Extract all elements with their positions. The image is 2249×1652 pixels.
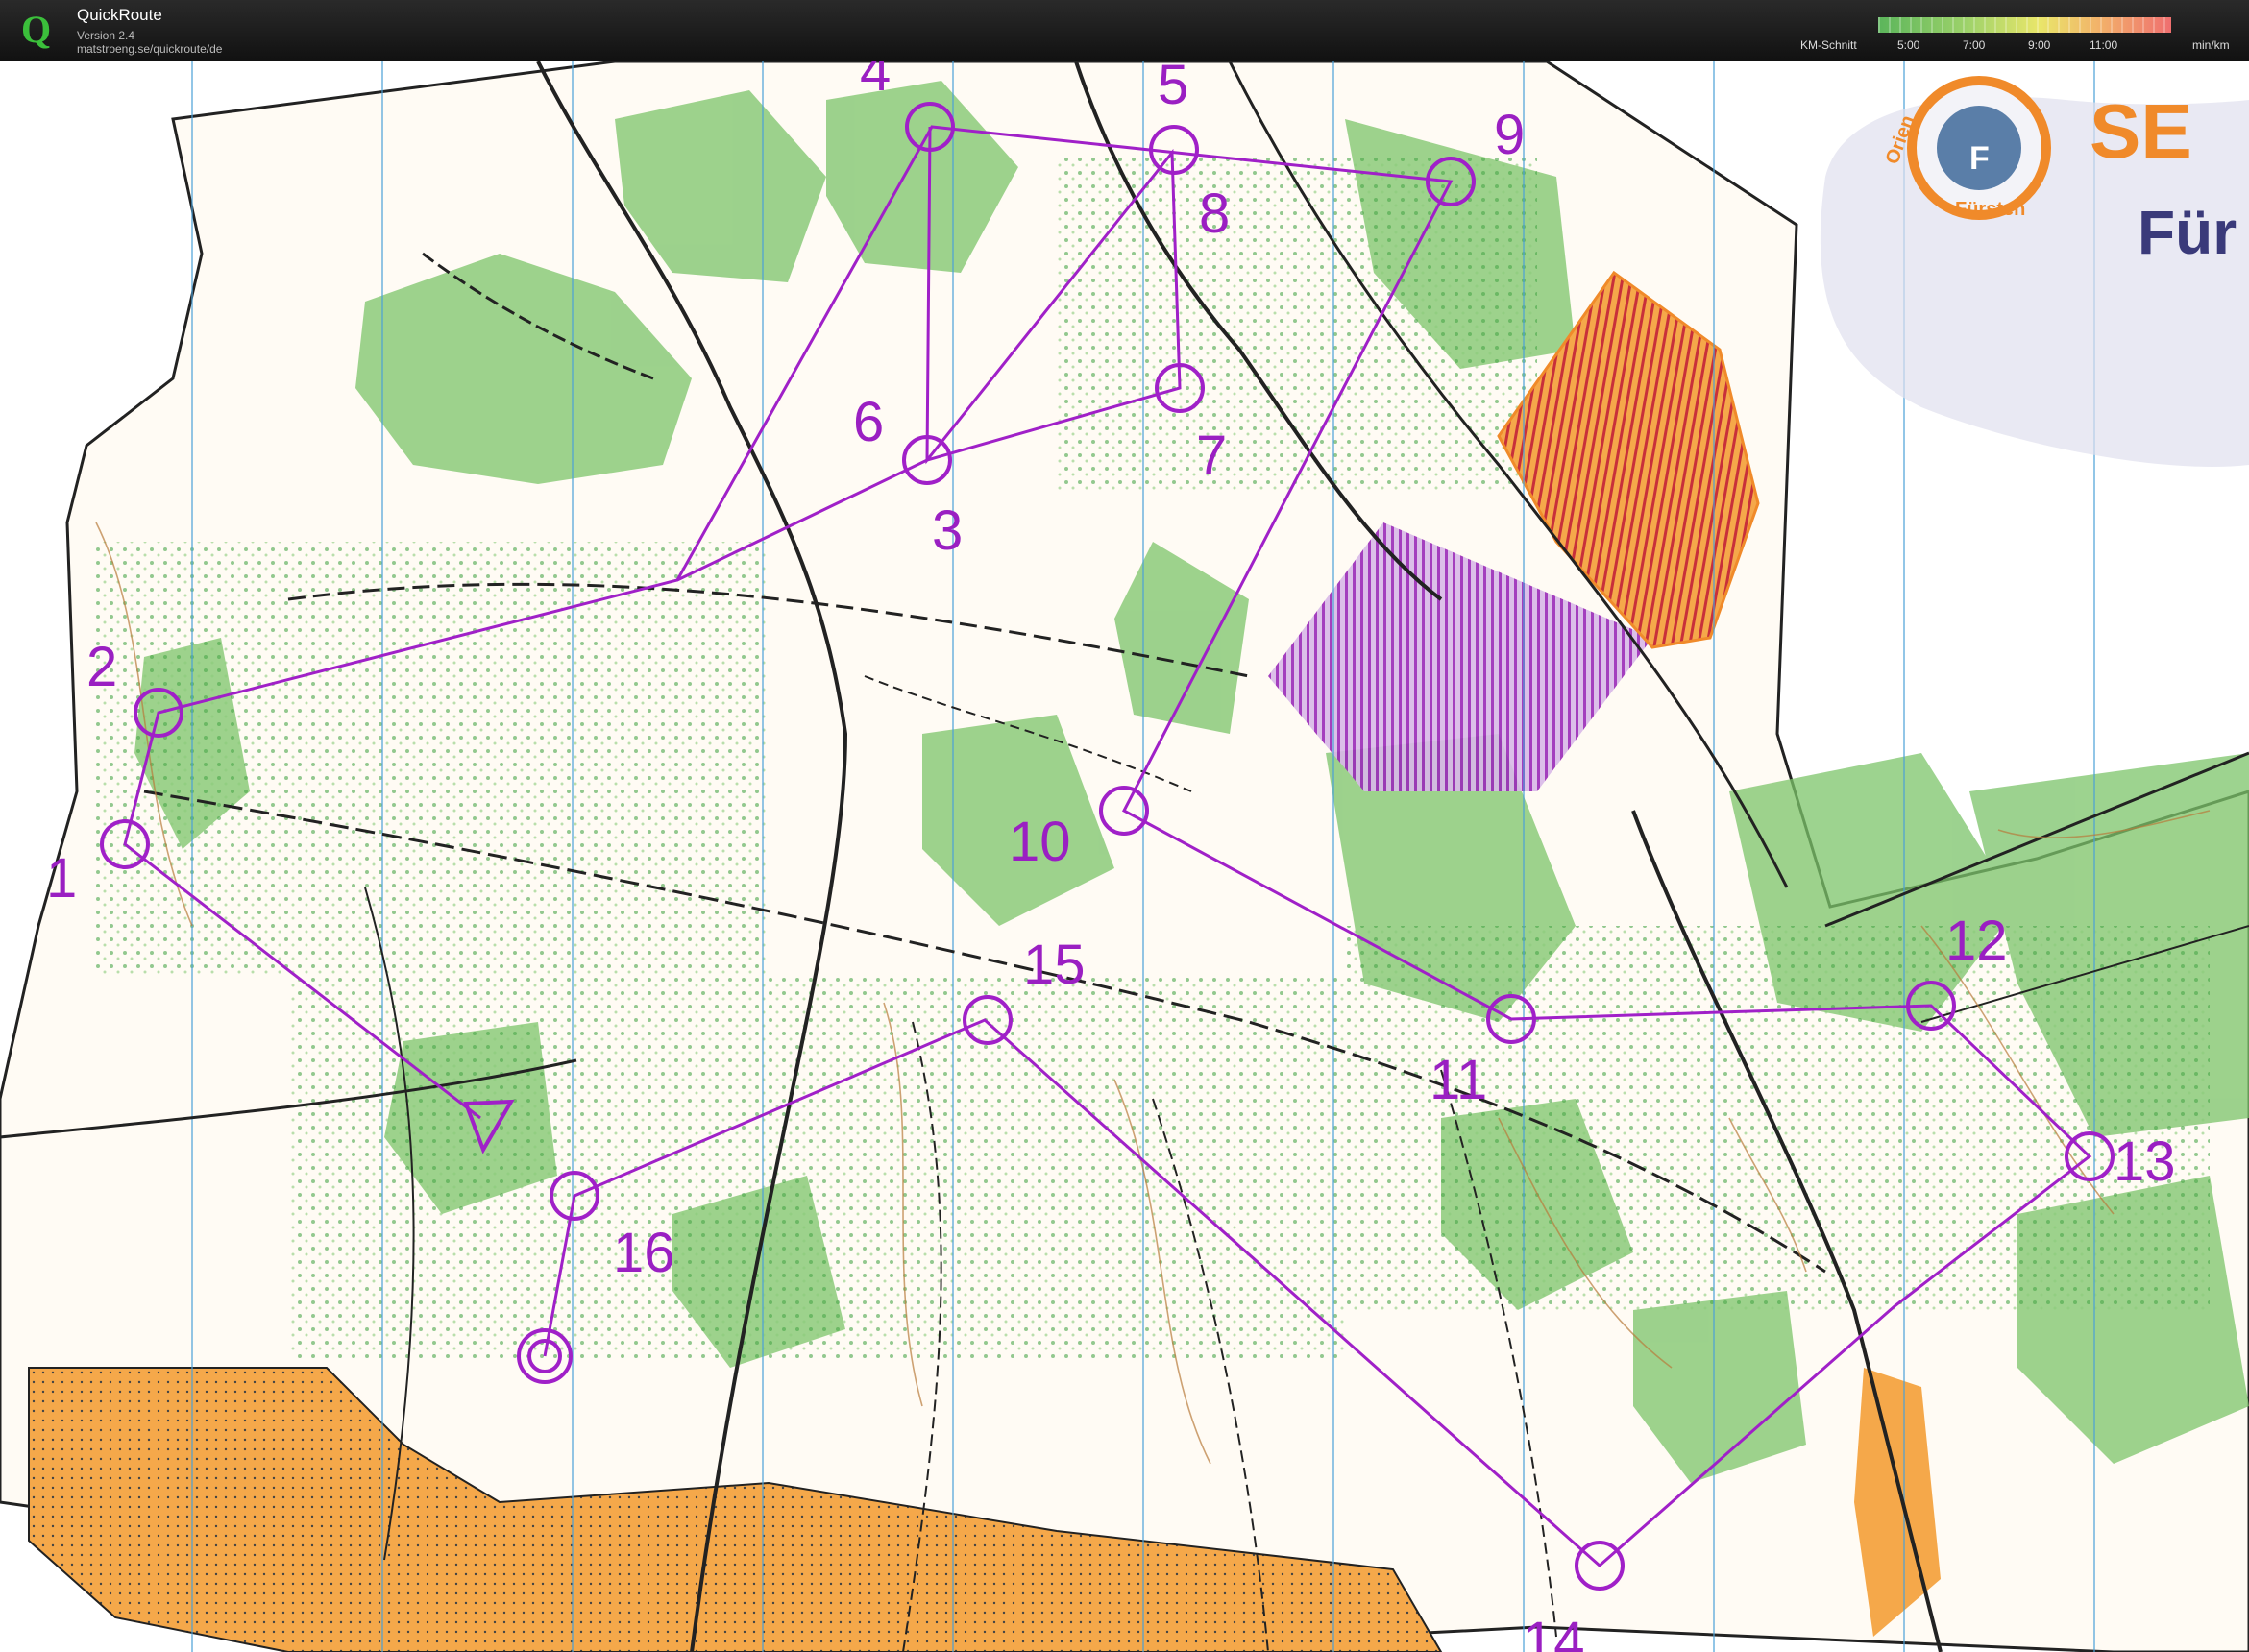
pace-legend-unit: min/km	[2192, 38, 2230, 52]
control-label-11: 11	[1430, 1049, 1487, 1111]
quickroute-logo-icon: Q	[21, 8, 51, 51]
pace-tick-9: 9:00	[2028, 38, 2051, 52]
app-title: QuickRoute	[77, 6, 162, 24]
control-label-5: 5	[1158, 61, 1188, 116]
app-url: matstroeng.se/quickroute/de	[77, 42, 223, 56]
pace-legend-bar	[1878, 17, 2171, 33]
map-view[interactable]: F Orien Fürsten SE Für 1 2 3 4 5 6 7 8 9…	[0, 61, 2249, 1652]
control-label-13: 13	[2114, 1130, 2176, 1193]
control-label-12: 12	[1945, 910, 2008, 972]
app-version: Version 2.4	[77, 29, 135, 42]
club-logo-headline: SE	[2090, 88, 2192, 174]
pace-tick-7: 7:00	[1963, 38, 1986, 52]
control-label-14: 14	[1523, 1611, 1585, 1652]
control-label-3: 3	[932, 499, 963, 562]
control-label-8: 8	[1199, 182, 1230, 245]
control-label-7: 7	[1196, 425, 1227, 487]
control-label-2: 2	[86, 636, 117, 698]
orienteering-map[interactable]: F Orien Fürsten SE Für 1 2 3 4 5 6 7 8 9…	[0, 61, 2249, 1652]
club-logo-ring-bottom: Fürsten	[1955, 199, 2025, 220]
svg-text:Q: Q	[21, 8, 51, 51]
title-bar: Q QuickRoute Version 2.4 matstroeng.se/q…	[0, 0, 2249, 61]
control-label-6: 6	[853, 391, 884, 453]
control-label-1: 1	[46, 847, 77, 910]
control-label-15: 15	[1023, 934, 1086, 996]
control-label-16: 16	[613, 1222, 675, 1284]
pace-tick-11: 11:00	[2090, 38, 2118, 52]
club-logo: F Orien Fürsten SE Für	[1820, 76, 2249, 467]
pace-legend-label: KM-Schnitt	[1800, 38, 1857, 52]
club-logo-center-letter: F	[1969, 140, 1990, 177]
control-label-4: 4	[860, 61, 891, 103]
pace-tick-5: 5:00	[1897, 38, 1920, 52]
club-logo-subline: Für	[2138, 198, 2237, 267]
control-label-10: 10	[1009, 811, 1071, 873]
control-label-9: 9	[1494, 104, 1525, 166]
